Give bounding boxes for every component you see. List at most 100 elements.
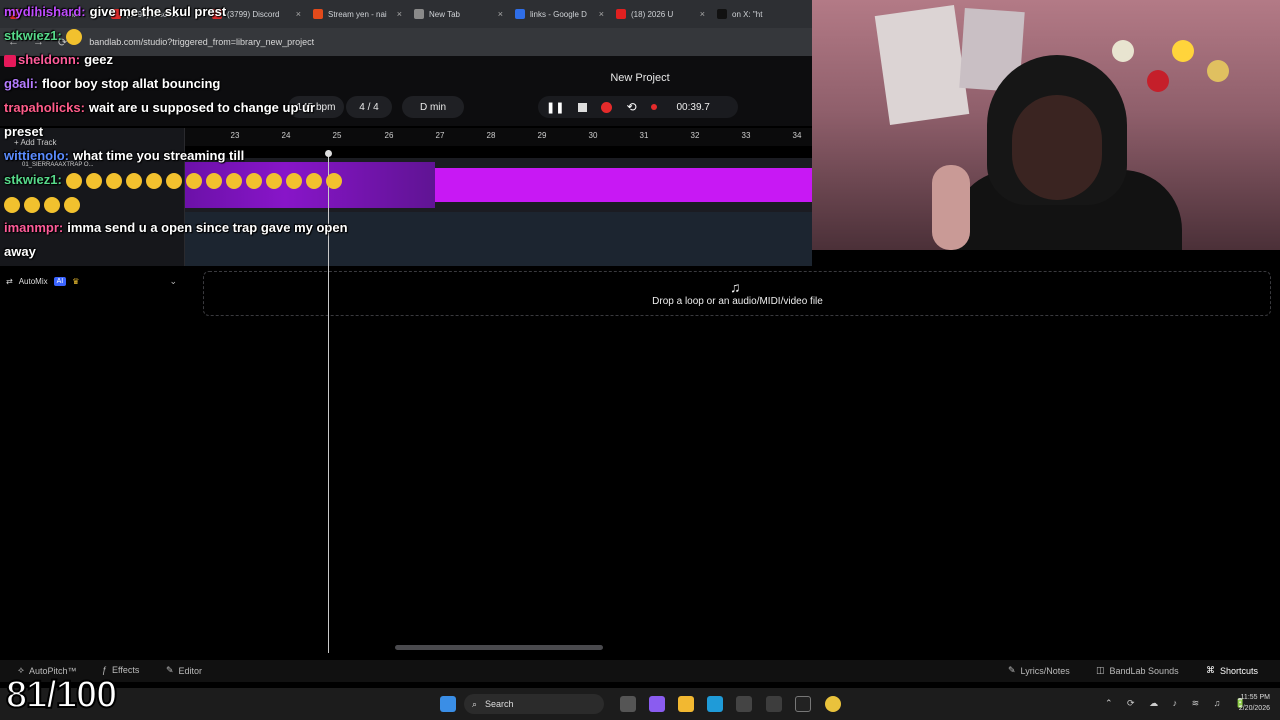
ruler-tick-label: 33 xyxy=(741,131,751,140)
crying-emoji-icon xyxy=(105,172,122,189)
app-icon[interactable] xyxy=(795,696,811,712)
transport-controls: ❚❚ ⟲ 00:39.7 xyxy=(538,96,738,118)
studio-bottom-bar: ⟡ AutoPitch™ ƒ Effects ✎ Editor ✎ Lyrics/Not… xyxy=(0,660,1280,682)
horizontal-scrollbar[interactable] xyxy=(395,645,603,650)
close-icon[interactable]: × xyxy=(599,9,604,19)
chat-username: sheldonn: xyxy=(18,52,81,67)
app-icon[interactable] xyxy=(766,696,782,712)
chat-username: mydihishard: xyxy=(4,4,86,19)
score-overlay: 81/100 xyxy=(5,673,118,717)
chat-username: stkwiez1: xyxy=(4,172,62,187)
crying-emoji-icon xyxy=(205,172,222,189)
tab-favicon-icon xyxy=(616,9,626,19)
chat-message: trapaholicks: wait are u supposed to chan… xyxy=(4,96,349,144)
pause-button[interactable]: ❚❚ xyxy=(546,101,564,114)
chat-message: g8ali: floor boy stop allat bouncing xyxy=(4,72,349,96)
crying-emoji-icon xyxy=(145,172,162,189)
streamer-face xyxy=(1012,95,1102,200)
chat-message: sheldonn: geez xyxy=(4,48,349,72)
crying-emoji-icon xyxy=(165,172,182,189)
chat-message: stkwiez1: xyxy=(4,24,349,48)
ruler-tick-label: 29 xyxy=(537,131,547,140)
windows-taskbar: ⌕ Search ⌃ ⟳ ☁ ♪ ≋ ♫ 🔋 11:55 PM 2/20/202… xyxy=(0,688,1280,720)
chat-text: geez xyxy=(84,52,114,67)
chat-message: mydihishard: give me the skul prest xyxy=(4,0,349,24)
mixer-icon: ⇄ xyxy=(6,276,13,286)
crying-emoji-icon xyxy=(245,172,262,189)
webcam-feed xyxy=(812,0,1280,250)
drop-zone-label: Drop a loop or an audio/MIDI/video file xyxy=(652,296,823,307)
plush-toy xyxy=(1147,70,1169,92)
project-title[interactable]: New Project xyxy=(560,72,720,84)
chevron-down-icon[interactable]: ⌄ xyxy=(169,276,177,287)
tab-favicon-icon xyxy=(414,9,424,19)
crying-emoji-icon xyxy=(4,196,20,213)
stop-button[interactable] xyxy=(578,102,588,112)
time-signature-control[interactable]: 4 / 4 xyxy=(346,96,392,118)
close-icon[interactable]: × xyxy=(397,9,402,19)
ruler-tick-label: 31 xyxy=(639,131,649,140)
crying-emoji-icon xyxy=(265,172,282,189)
search-icon: ⌕ xyxy=(472,698,478,709)
chat-text: floor boy stop allat bouncing xyxy=(41,76,221,91)
ai-badge: AI xyxy=(53,276,67,286)
tab-favicon-icon xyxy=(515,9,525,19)
timer-display: 00:39.7 xyxy=(676,101,710,113)
crying-emoji-icon xyxy=(225,172,242,189)
automix-row[interactable]: ⇄ AutoMix AI ♛ ⌄ xyxy=(0,272,185,290)
bandlab-sounds-button[interactable]: ◫ BandLab Sounds xyxy=(1096,665,1179,676)
crying-emoji-icon xyxy=(305,172,322,189)
key-control[interactable]: D min xyxy=(402,96,464,118)
crying-emoji-icon xyxy=(65,28,82,45)
command-icon: ⌘ xyxy=(1206,665,1215,675)
music-note-icon: ♫ xyxy=(730,279,741,295)
crying-emoji-icon xyxy=(125,172,142,189)
browser-tab[interactable]: New Tab × xyxy=(408,3,509,25)
plush-toy xyxy=(1112,40,1134,62)
chat-username: wittienolo: xyxy=(4,148,69,163)
chat-username: imanmpr: xyxy=(4,220,64,235)
system-clock[interactable]: 11:55 PM 2/20/2026 xyxy=(1239,692,1270,714)
pencil-icon: ✎ xyxy=(166,665,174,675)
pen-icon: ✎ xyxy=(1008,665,1016,675)
ruler-tick-label: 32 xyxy=(690,131,700,140)
taskbar-search[interactable]: ⌕ Search xyxy=(464,694,604,714)
chat-message: wittienolo: what time you streaming till xyxy=(4,144,349,168)
browser-tab[interactable]: links - Google D × xyxy=(509,3,610,25)
crying-emoji-icon xyxy=(285,172,302,189)
chat-message: stkwiez1: xyxy=(4,168,349,216)
close-icon[interactable]: × xyxy=(498,9,503,19)
crying-emoji-icon xyxy=(64,196,80,213)
browser-tab[interactable]: (18) 2026 U × xyxy=(610,3,711,25)
shortcuts-button[interactable]: ⌘ Shortcuts xyxy=(1206,665,1258,676)
system-tray-icons[interactable]: ⌃ ⟳ ☁ ♪ ≋ ♫ 🔋 xyxy=(1105,698,1252,709)
windows-start-icon[interactable] xyxy=(440,696,456,712)
poster xyxy=(874,4,970,126)
task-view-icon[interactable] xyxy=(620,696,636,712)
ruler-tick-label: 28 xyxy=(486,131,496,140)
streamer-hand xyxy=(932,165,970,250)
crown-icon: ♛ xyxy=(72,276,80,286)
store-icon[interactable] xyxy=(736,696,752,712)
close-icon[interactable]: × xyxy=(700,9,705,19)
crying-emoji-icon xyxy=(65,172,82,189)
chrome-icon[interactable] xyxy=(825,696,841,712)
waveform xyxy=(435,168,812,202)
ruler-tick-label: 27 xyxy=(435,131,445,140)
plush-toy xyxy=(1207,60,1229,82)
editor-button[interactable]: ✎ Editor xyxy=(166,665,202,676)
automix-label: AutoMix xyxy=(18,276,48,286)
chat-username: g8ali: xyxy=(4,76,38,91)
lyrics-notes-button[interactable]: ✎ Lyrics/Notes xyxy=(1008,665,1070,676)
copilot-icon[interactable] xyxy=(649,696,665,712)
tab-favicon-icon xyxy=(717,9,727,19)
browser-tab[interactable]: on X: "ht xyxy=(711,3,812,25)
chat-overlay: mydihishard: give me the skul prest stkwi… xyxy=(4,0,349,264)
plush-toy xyxy=(1172,40,1194,62)
edge-icon[interactable] xyxy=(707,696,723,712)
badge-icon xyxy=(4,54,16,67)
record-button[interactable] xyxy=(601,101,613,113)
chat-text: give me the skul prest xyxy=(89,4,227,19)
file-explorer-icon[interactable] xyxy=(678,696,694,712)
loop-icon[interactable]: ⟲ xyxy=(626,100,636,114)
